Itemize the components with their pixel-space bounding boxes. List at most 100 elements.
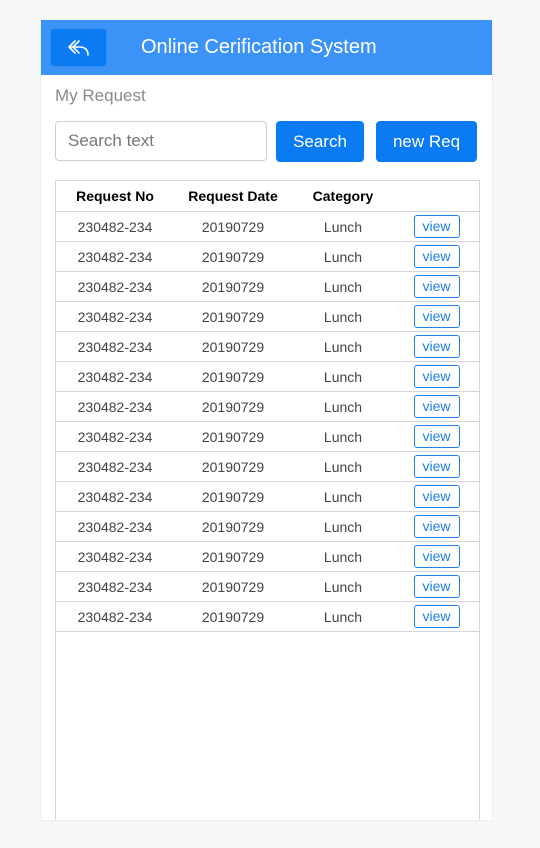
category-cell: Lunch [292,571,394,602]
page-title: My Request [55,86,146,105]
view-button[interactable]: view [413,245,460,268]
action-cell: view [394,481,479,512]
table-row: 230482-234 20190729 Lunch view [56,361,479,392]
action-cell: view [394,241,479,272]
view-button[interactable]: view [413,305,460,328]
table-row: 230482-234 20190729 Lunch view [56,391,479,422]
action-cell: view [394,511,479,542]
view-button[interactable]: view [413,275,460,298]
request-no-cell: 230482-234 [56,391,174,422]
view-button[interactable]: view [413,335,460,358]
view-button[interactable]: view [413,215,460,238]
table-row: 230482-234 20190729 Lunch view [56,301,479,332]
request-date-cell: 20190729 [174,511,292,542]
action-cell: view [394,451,479,482]
category-cell: Lunch [292,241,394,272]
action-cell: view [394,211,479,242]
column-header-request-date: Request Date [174,181,292,212]
request-date-cell: 20190729 [174,301,292,332]
action-cell: view [394,421,479,452]
request-date-cell: 20190729 [174,241,292,272]
action-cell: view [394,301,479,332]
request-no-cell: 230482-234 [56,601,174,632]
app-header: Online Cerification System [41,20,492,75]
request-date-cell: 20190729 [174,541,292,572]
table-row: 230482-234 20190729 Lunch view [56,541,479,572]
column-header-action [394,181,479,212]
table-row: 230482-234 20190729 Lunch view [56,271,479,302]
column-header-request-no: Request No [56,181,174,212]
request-no-cell: 230482-234 [56,451,174,482]
table-row: 230482-234 20190729 Lunch view [56,451,479,482]
table-row: 230482-234 20190729 Lunch view [56,421,479,452]
table-row: 230482-234 20190729 Lunch view [56,481,479,512]
new-request-button[interactable]: new Req [376,121,477,162]
back-button[interactable] [51,29,106,66]
request-date-cell: 20190729 [174,391,292,422]
request-no-cell: 230482-234 [56,301,174,332]
request-no-cell: 230482-234 [56,241,174,272]
search-button[interactable]: Search [276,121,364,162]
category-cell: Lunch [292,301,394,332]
category-cell: Lunch [292,511,394,542]
reply-arrow-icon [67,39,89,56]
view-button[interactable]: view [413,575,460,598]
request-table: Request No Request Date Category 230482-… [56,181,479,632]
request-no-cell: 230482-234 [56,481,174,512]
view-button[interactable]: view [413,545,460,568]
search-input[interactable] [55,121,267,161]
category-cell: Lunch [292,601,394,632]
table-row: 230482-234 20190729 Lunch view [56,241,479,272]
category-cell: Lunch [292,271,394,302]
category-cell: Lunch [292,211,394,242]
view-button[interactable]: view [413,485,460,508]
table-header-row: Request No Request Date Category [56,181,479,212]
request-date-cell: 20190729 [174,451,292,482]
request-date-cell: 20190729 [174,481,292,512]
view-button[interactable]: view [413,425,460,448]
action-cell: view [394,361,479,392]
category-cell: Lunch [292,541,394,572]
request-no-cell: 230482-234 [56,331,174,362]
column-header-category: Category [292,181,394,212]
request-no-cell: 230482-234 [56,511,174,542]
action-cell: view [394,601,479,632]
view-button[interactable]: view [413,455,460,478]
request-date-cell: 20190729 [174,211,292,242]
action-cell: view [394,331,479,362]
request-table-container: Request No Request Date Category 230482-… [55,180,480,820]
view-button[interactable]: view [413,395,460,418]
category-cell: Lunch [292,361,394,392]
app-window: Online Cerification System My Request Se… [41,20,492,820]
request-no-cell: 230482-234 [56,361,174,392]
view-button[interactable]: view [413,605,460,628]
table-body: 230482-234 20190729 Lunch view 230482-234 201… [56,211,479,632]
request-date-cell: 20190729 [174,331,292,362]
request-date-cell: 20190729 [174,421,292,452]
category-cell: Lunch [292,391,394,422]
table-row: 230482-234 20190729 Lunch view [56,601,479,632]
request-no-cell: 230482-234 [56,211,174,242]
table-row: 230482-234 20190729 Lunch view [56,511,479,542]
action-cell: view [394,541,479,572]
request-no-cell: 230482-234 [56,271,174,302]
request-no-cell: 230482-234 [56,421,174,452]
request-date-cell: 20190729 [174,601,292,632]
request-date-cell: 20190729 [174,571,292,602]
action-cell: view [394,391,479,422]
request-date-cell: 20190729 [174,361,292,392]
request-no-cell: 230482-234 [56,541,174,572]
app-title: Online Cerification System [141,36,377,58]
category-cell: Lunch [292,331,394,362]
category-cell: Lunch [292,421,394,452]
view-button[interactable]: view [413,515,460,538]
action-cell: view [394,571,479,602]
category-cell: Lunch [292,481,394,512]
table-row: 230482-234 20190729 Lunch view [56,571,479,602]
request-date-cell: 20190729 [174,271,292,302]
request-no-cell: 230482-234 [56,571,174,602]
action-cell: view [394,271,479,302]
table-row: 230482-234 20190729 Lunch view [56,331,479,362]
category-cell: Lunch [292,451,394,482]
view-button[interactable]: view [413,365,460,388]
